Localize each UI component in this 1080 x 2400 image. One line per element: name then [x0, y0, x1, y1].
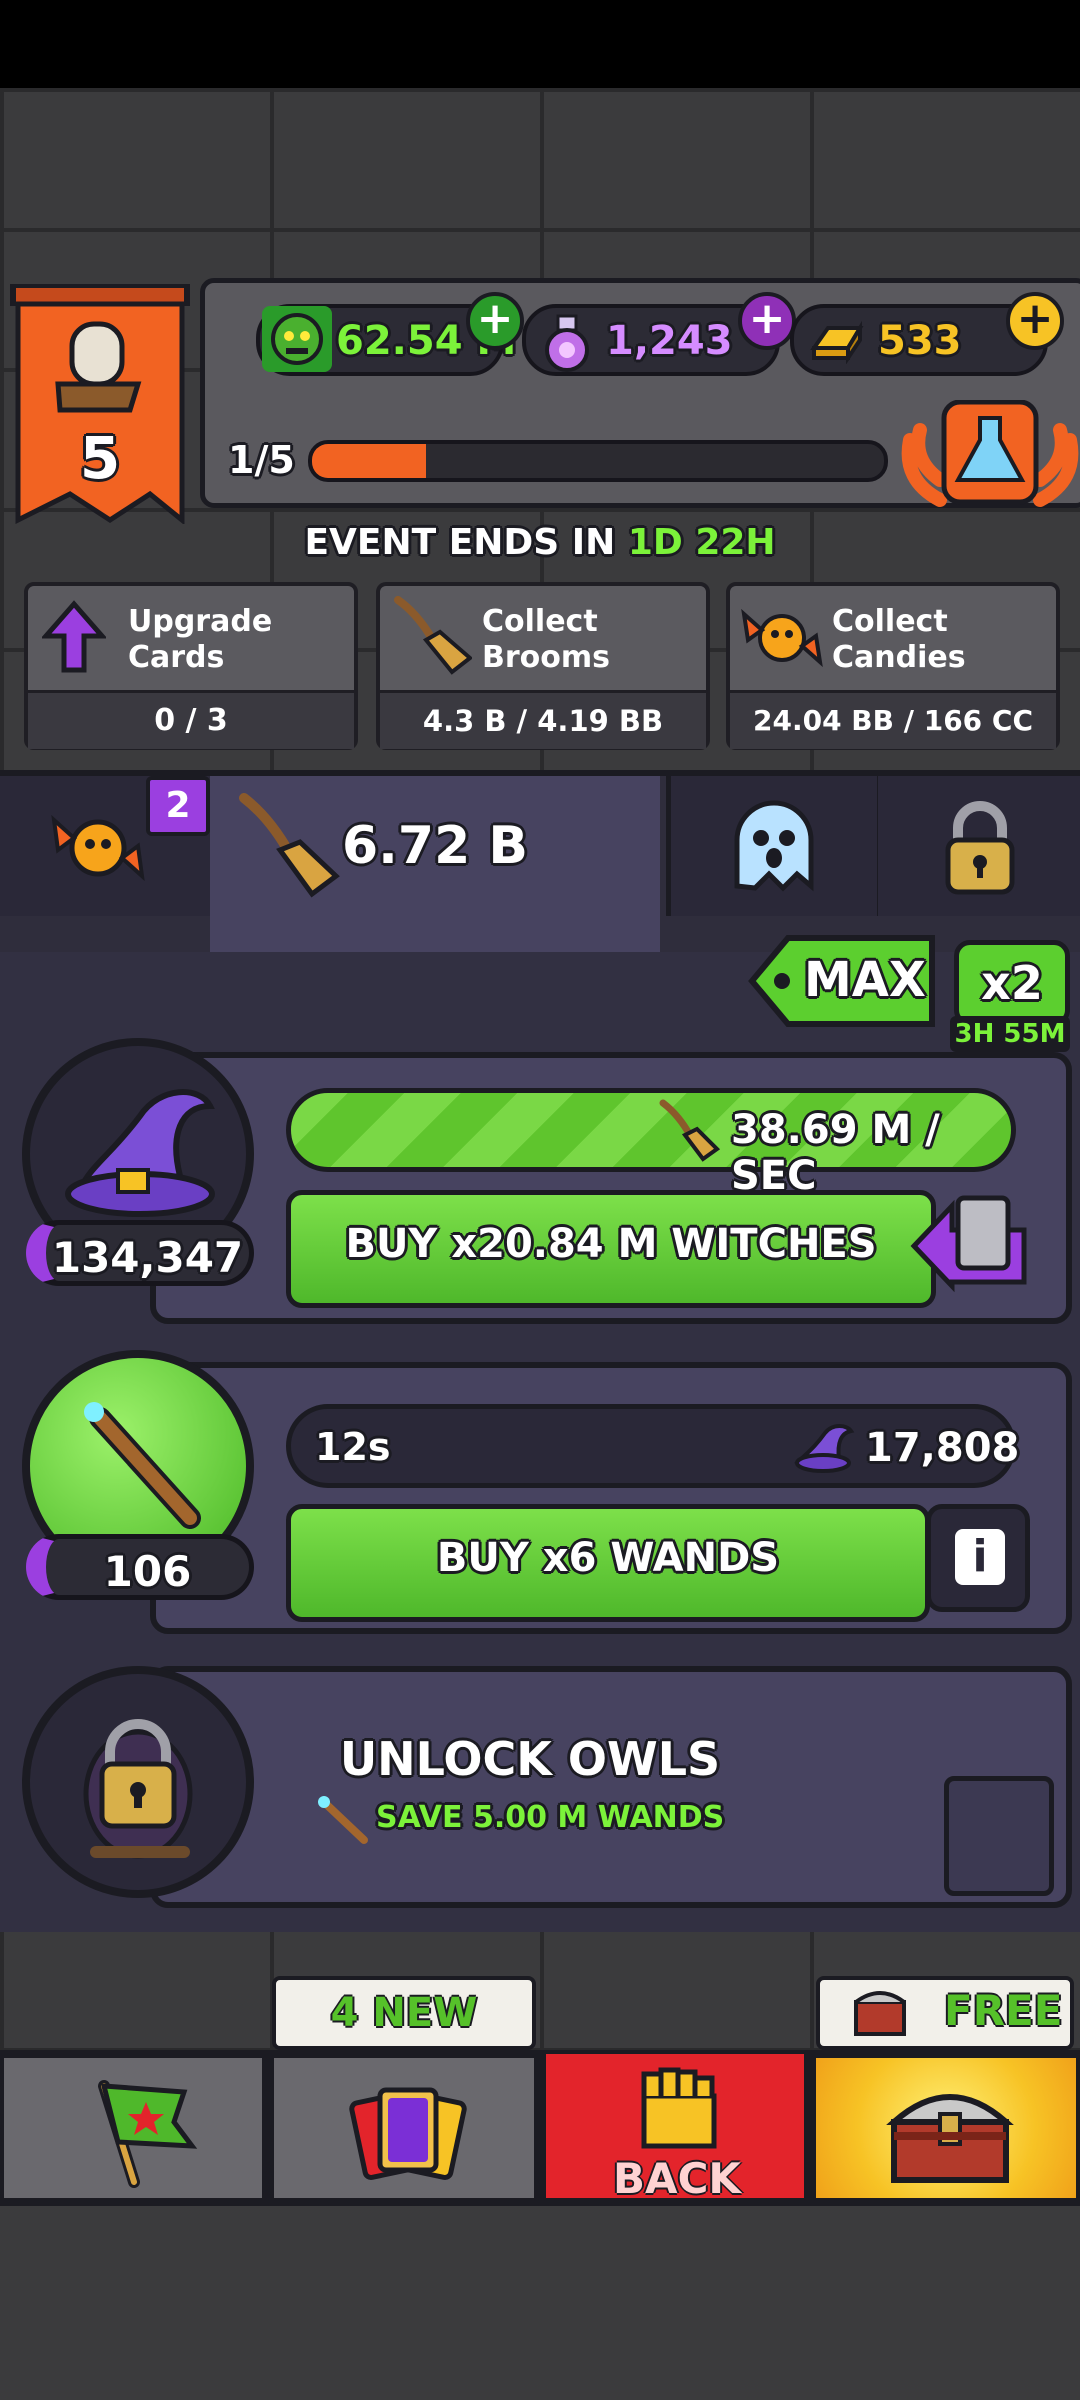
nav-map-button[interactable] — [0, 2054, 266, 2202]
event-timer: EVENT ENDS IN 1D 22H — [0, 522, 1080, 563]
task-label-line2: Brooms — [482, 640, 610, 675]
lock-icon — [942, 800, 1018, 896]
task-card-collect-candies[interactable]: Collect Candies 24.04 BB / 166 CC — [726, 582, 1060, 750]
witches-count: 134,347 — [26, 1220, 254, 1286]
flask-reward-button[interactable] — [900, 400, 1080, 510]
broom-rate-icon — [657, 1099, 721, 1163]
tab-candies[interactable]: 2 — [0, 776, 215, 916]
event-progress-label: 1/5 — [228, 438, 295, 482]
witches-rate-bar: 38.69 M / SEC — [286, 1088, 1016, 1199]
wand-requirement-icon — [316, 1794, 374, 1848]
owls-requirement: SAVE 5.00 M WANDS — [376, 1800, 725, 1835]
broom-icon — [388, 594, 472, 678]
flask-icon — [901, 400, 1079, 507]
add-potion-currency-button[interactable]: + — [738, 292, 796, 350]
add-gold-currency-button[interactable]: + — [1006, 292, 1064, 350]
max-label: MAX — [804, 952, 926, 1008]
unlock-owls-title: UNLOCK OWLS — [339, 1732, 721, 1786]
nav-chest-button[interactable] — [812, 2054, 1080, 2202]
x2-label: x2 — [954, 940, 1070, 1026]
task-label-line1: Collect — [482, 604, 598, 639]
task-label-line1: Collect — [832, 604, 948, 639]
wands-info-bar: 12s 17,808 — [286, 1404, 1020, 1488]
owl-avatar[interactable] — [22, 1666, 254, 1898]
nav-cards-button[interactable] — [270, 2054, 538, 2202]
cards-icon — [349, 2087, 467, 2180]
cards-new-badge: 4 NEW — [272, 1976, 536, 2050]
flag-icon — [98, 2080, 198, 2188]
task-card-upgrade-cards[interactable]: Upgrade Cards 0 / 3 — [24, 582, 358, 750]
task-progress: 0 / 3 — [28, 690, 354, 749]
max-buy-toggle[interactable]: MAX — [748, 932, 938, 1030]
event-progress-fill — [312, 444, 427, 478]
x2-boost-button[interactable]: x2 3H 55M — [950, 936, 1070, 1052]
wands-count: 106 — [26, 1534, 254, 1600]
nav-back-button[interactable]: BACK — [542, 2050, 808, 2203]
arrow-up-icon — [42, 600, 106, 674]
event-title: EVENT ENDS IN — [304, 522, 628, 563]
zombie-icon — [262, 306, 332, 372]
locked-owl-icon — [83, 1719, 193, 1859]
treasure-chest-icon — [886, 2094, 1014, 2183]
tab-locked[interactable] — [878, 776, 1080, 916]
candy-count-badge: 2 — [146, 776, 210, 836]
level-number: 5 — [79, 424, 121, 492]
add-zombie-currency-button[interactable]: + — [466, 292, 524, 350]
info-icon: i — [955, 1529, 1005, 1585]
witch-card-upgrade-button[interactable] — [904, 1186, 1034, 1302]
back-label: BACK — [613, 2154, 741, 2203]
level-banner[interactable]: 5 — [10, 284, 190, 524]
potion-currency-value: 1,243 — [606, 318, 733, 364]
free-label: FREE — [944, 1986, 1063, 2035]
task-label-line2: Cards — [128, 640, 225, 675]
task-progress: 24.04 BB / 166 CC — [730, 690, 1056, 749]
wands-timer: 12s — [315, 1425, 391, 1469]
buy-wands-label: BUY x6 WANDS — [436, 1535, 780, 1581]
buy-witches-label: BUY x20.84 M WITCHES — [345, 1221, 877, 1267]
wands-info-button[interactable]: i — [926, 1504, 1030, 1612]
chest-free-badge: FREE — [816, 1976, 1074, 2050]
gold-bar-icon — [808, 318, 866, 364]
tab-ghosts[interactable] — [666, 776, 882, 916]
x2-timer: 3H 55M — [950, 1016, 1070, 1052]
candy-icon — [740, 600, 824, 676]
bottom-stone-area — [0, 2206, 1080, 2400]
fist-icon — [641, 2067, 717, 2149]
tab-brooms-active[interactable]: 6.72 B — [210, 776, 660, 952]
status-bar — [0, 0, 1080, 88]
card-upgrade-icon — [910, 1195, 1027, 1293]
potion-icon — [540, 314, 594, 372]
task-label-line1: Upgrade — [128, 604, 273, 639]
owls-panel — [150, 1666, 1072, 1908]
owls-locked-slot — [944, 1776, 1054, 1896]
task-progress: 4.3 B / 4.19 BB — [380, 690, 706, 749]
event-days: 1D — [627, 522, 683, 563]
task-card-collect-brooms[interactable]: Collect Brooms 4.3 B / 4.19 BB — [376, 582, 710, 750]
wands-cost: 17,808 — [865, 1425, 1020, 1471]
buy-witches-button[interactable]: BUY x20.84 M WITCHES — [286, 1190, 936, 1308]
event-progress-bar — [308, 440, 888, 482]
broom-tab-icon — [230, 790, 340, 900]
witch-hat-cost-icon — [791, 1417, 855, 1477]
event-hours: 22H — [695, 522, 776, 563]
broom-total-value: 6.72 B — [342, 816, 529, 876]
candy-tab-icon — [50, 800, 146, 896]
task-label-line2: Candies — [832, 640, 966, 675]
ghost-icon — [727, 796, 821, 896]
small-chest-icon — [854, 1991, 906, 2036]
buy-wands-button[interactable]: BUY x6 WANDS — [286, 1504, 930, 1622]
gold-currency-value: 533 — [878, 318, 962, 364]
